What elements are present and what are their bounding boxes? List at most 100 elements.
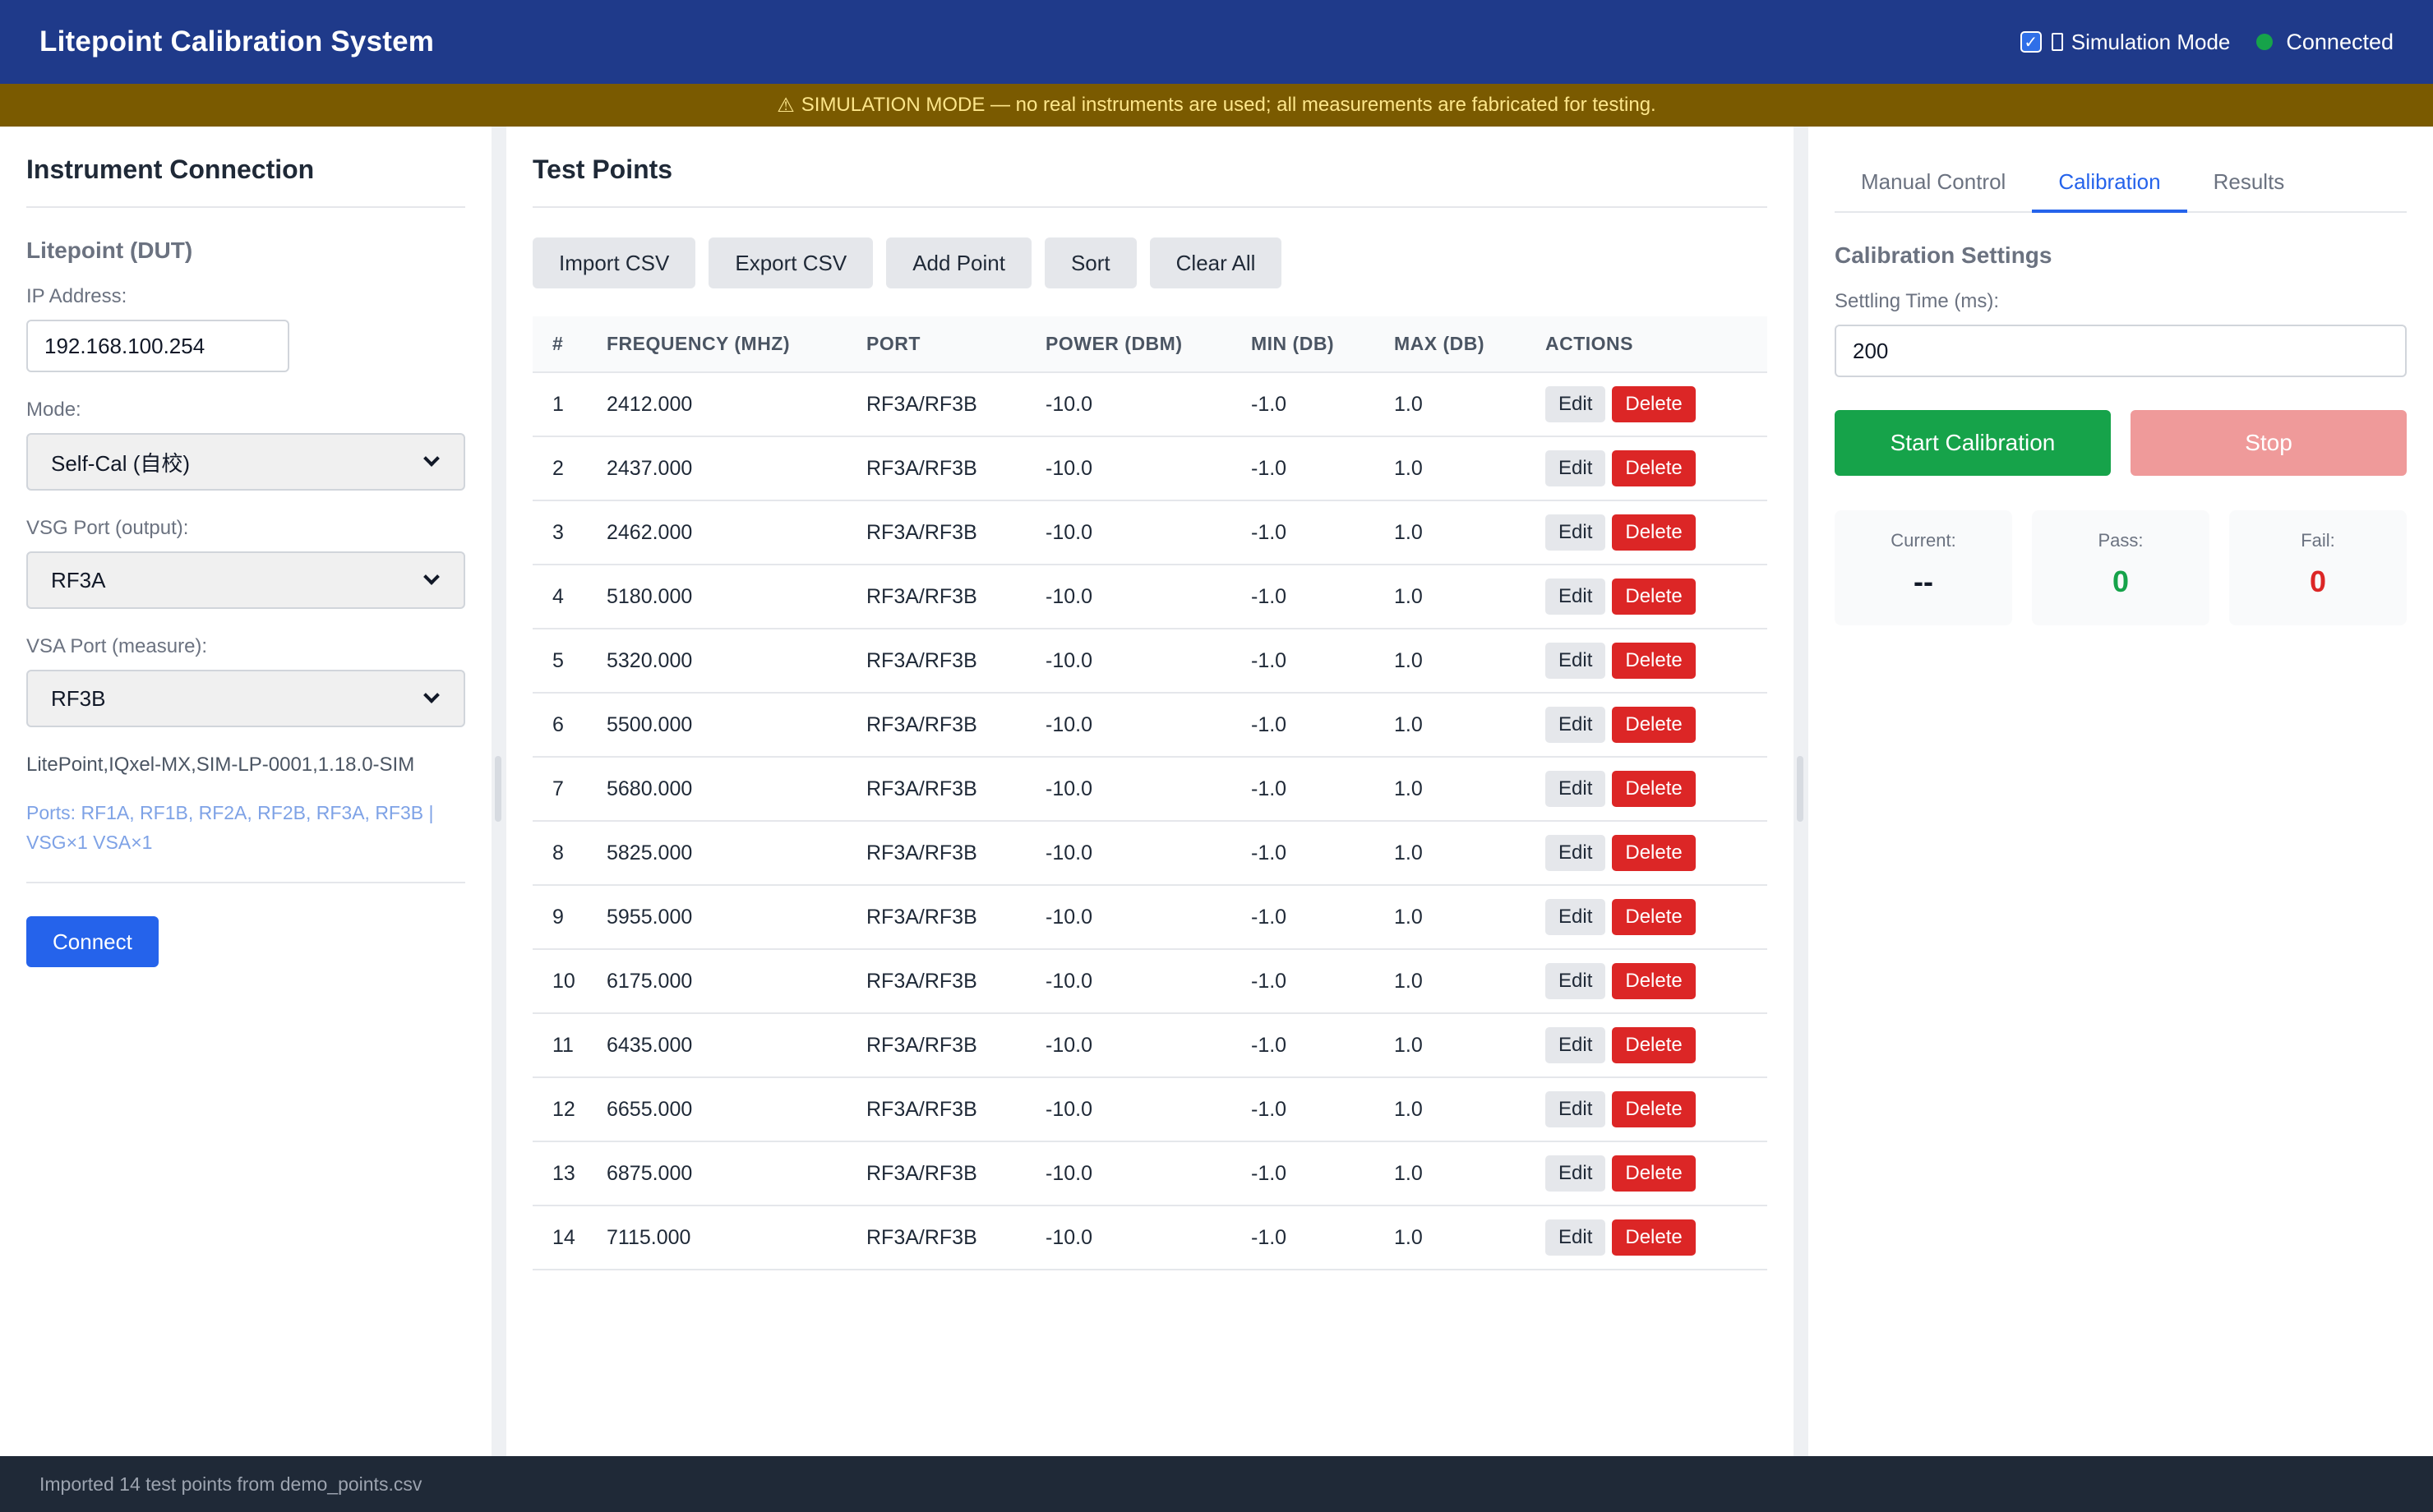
table-row[interactable]: 3 2462.000 RF3A/RF3B -10.0 -1.0 1.0 Edit Delete (533, 500, 1767, 565)
sort-button[interactable]: Sort (1044, 237, 1137, 288)
edit-button[interactable]: Edit (1545, 707, 1606, 743)
clear-all-button[interactable]: Clear All (1149, 237, 1282, 288)
row-index: 1 (533, 372, 607, 437)
edit-button[interactable]: Edit (1545, 899, 1606, 935)
simulation-mode-checkbox[interactable]: ✓ (2020, 31, 2042, 53)
tab-manual-control[interactable]: Manual Control (1835, 156, 2032, 211)
pass-stat-value: 0 (2112, 565, 2130, 598)
delete-button[interactable]: Delete (1612, 1219, 1696, 1256)
port-cell: RF3A/RF3B (866, 885, 1046, 950)
table-row[interactable]: 4 5180.000 RF3A/RF3B -10.0 -1.0 1.0 Edit Delete (533, 565, 1767, 629)
table-row[interactable]: 12 6655.000 RF3A/RF3B -10.0 -1.0 1.0 Edit Delet… (533, 1077, 1767, 1142)
col-port-header: PORT (866, 316, 1046, 373)
edit-button[interactable]: Edit (1545, 835, 1606, 871)
frequency-cell: 5825.000 (607, 821, 866, 886)
delete-button[interactable]: Delete (1612, 579, 1696, 615)
min-cell: -1.0 (1251, 1077, 1394, 1142)
table-row[interactable]: 11 6435.000 RF3A/RF3B -10.0 -1.0 1.0 Edit Delet… (533, 1013, 1767, 1078)
table-row[interactable]: 13 6875.000 RF3A/RF3B -10.0 -1.0 1.0 Edit Delet… (533, 1141, 1767, 1206)
delete-button[interactable]: Delete (1612, 1027, 1696, 1063)
connection-status-label: Connected (2286, 29, 2394, 54)
power-cell: -10.0 (1046, 693, 1251, 758)
actions-cell: Edit Delete (1545, 1013, 1767, 1078)
edit-button[interactable]: Edit (1545, 1091, 1606, 1127)
power-cell: -10.0 (1046, 500, 1251, 565)
delete-button[interactable]: Delete (1612, 1155, 1696, 1192)
table-row[interactable]: 6 5500.000 RF3A/RF3B -10.0 -1.0 1.0 Edit Delete (533, 693, 1767, 758)
edit-button[interactable]: Edit (1545, 386, 1606, 422)
delete-button[interactable]: Delete (1612, 899, 1696, 935)
settling-time-input[interactable]: 200 (1835, 325, 2407, 377)
actions-cell: Edit Delete (1545, 949, 1767, 1014)
delete-button[interactable]: Delete (1612, 963, 1696, 999)
table-row[interactable]: 8 5825.000 RF3A/RF3B -10.0 -1.0 1.0 Edit Delete (533, 821, 1767, 886)
edit-button[interactable]: Edit (1545, 450, 1606, 486)
edit-button[interactable]: Edit (1545, 1219, 1606, 1256)
import-csv-button[interactable]: Import CSV (533, 237, 696, 288)
max-cell: 1.0 (1394, 1205, 1545, 1270)
instrument-connection-panel: Instrument Connection Litepoint (DUT) IP… (0, 127, 492, 1456)
add-point-button[interactable]: Add Point (886, 237, 1032, 288)
tab-calibration[interactable]: Calibration (2032, 156, 2187, 213)
min-cell: -1.0 (1251, 372, 1394, 437)
vsg-port-select[interactable]: RF3A (26, 551, 465, 609)
power-cell: -10.0 (1046, 1077, 1251, 1142)
port-cell: RF3A/RF3B (866, 565, 1046, 629)
max-cell: 1.0 (1394, 372, 1545, 437)
table-row[interactable]: 10 6175.000 RF3A/RF3B -10.0 -1.0 1.0 Edit Delet… (533, 949, 1767, 1014)
current-stat: Current: -- (1835, 510, 2012, 625)
frequency-cell: 6175.000 (607, 949, 866, 1014)
delete-button[interactable]: Delete (1612, 771, 1696, 807)
power-cell: -10.0 (1046, 565, 1251, 629)
delete-button[interactable]: Delete (1612, 450, 1696, 486)
frequency-cell: 5180.000 (607, 565, 866, 629)
delete-button[interactable]: Delete (1612, 707, 1696, 743)
table-row[interactable]: 5 5320.000 RF3A/RF3B -10.0 -1.0 1.0 Edit Delete (533, 629, 1767, 694)
ip-address-input[interactable]: 192.168.100.254 (26, 320, 289, 372)
table-row[interactable]: 9 5955.000 RF3A/RF3B -10.0 -1.0 1.0 Edit Delete (533, 885, 1767, 950)
edit-button[interactable]: Edit (1545, 1155, 1606, 1192)
simulation-mode-toggle[interactable]: ✓ Simulation Mode (2020, 29, 2231, 55)
left-splitter-handle[interactable] (495, 756, 501, 822)
row-index: 4 (533, 565, 607, 629)
delete-button[interactable]: Delete (1612, 643, 1696, 679)
edit-button[interactable]: Edit (1545, 771, 1606, 807)
mode-select-value: Self-Cal (自校) (51, 450, 191, 476)
col-max-header: MAX (DB) (1394, 316, 1545, 373)
min-cell: -1.0 (1251, 1013, 1394, 1078)
tab-results[interactable]: Results (2187, 156, 2311, 211)
delete-button[interactable]: Delete (1612, 1091, 1696, 1127)
delete-button[interactable]: Delete (1612, 386, 1696, 422)
actions-cell: Edit Delete (1545, 885, 1767, 950)
right-splitter-handle[interactable] (1797, 756, 1803, 822)
max-cell: 1.0 (1394, 629, 1545, 694)
export-csv-button[interactable]: Export CSV (709, 237, 874, 288)
actions-cell: Edit Delete (1545, 757, 1767, 822)
edit-button[interactable]: Edit (1545, 514, 1606, 551)
row-index: 11 (533, 1013, 607, 1078)
delete-button[interactable]: Delete (1612, 835, 1696, 871)
edit-button[interactable]: Edit (1545, 579, 1606, 615)
edit-button[interactable]: Edit (1545, 1027, 1606, 1063)
delete-button[interactable]: Delete (1612, 514, 1696, 551)
connect-button[interactable]: Connect (26, 916, 159, 967)
col-min-header: MIN (DB) (1251, 316, 1394, 373)
min-cell: -1.0 (1251, 565, 1394, 629)
table-row[interactable]: 14 7115.000 RF3A/RF3B -10.0 -1.0 1.0 Edit Delet… (533, 1205, 1767, 1270)
frequency-cell: 5320.000 (607, 629, 866, 694)
simulation-mode-label: Simulation Mode (2071, 29, 2231, 54)
table-row[interactable]: 2 2437.000 RF3A/RF3B -10.0 -1.0 1.0 Edit Delete (533, 436, 1767, 501)
max-cell: 1.0 (1394, 693, 1545, 758)
row-index: 2 (533, 436, 607, 501)
edit-button[interactable]: Edit (1545, 643, 1606, 679)
port-cell: RF3A/RF3B (866, 1077, 1046, 1142)
vsa-port-select[interactable]: RF3B (26, 670, 465, 727)
start-calibration-button[interactable]: Start Calibration (1835, 410, 2111, 476)
calibration-stats: Current: -- Pass: 0 Fail: 0 (1835, 510, 2407, 625)
table-row[interactable]: 7 5680.000 RF3A/RF3B -10.0 -1.0 1.0 Edit Delete (533, 757, 1767, 822)
table-row[interactable]: 1 2412.000 RF3A/RF3B -10.0 -1.0 1.0 Edit Delete (533, 372, 1767, 437)
stop-button[interactable]: Stop (2131, 410, 2407, 476)
ip-address-label: IP Address: (26, 285, 127, 307)
edit-button[interactable]: Edit (1545, 963, 1606, 999)
mode-select[interactable]: Self-Cal (自校) (26, 433, 465, 491)
